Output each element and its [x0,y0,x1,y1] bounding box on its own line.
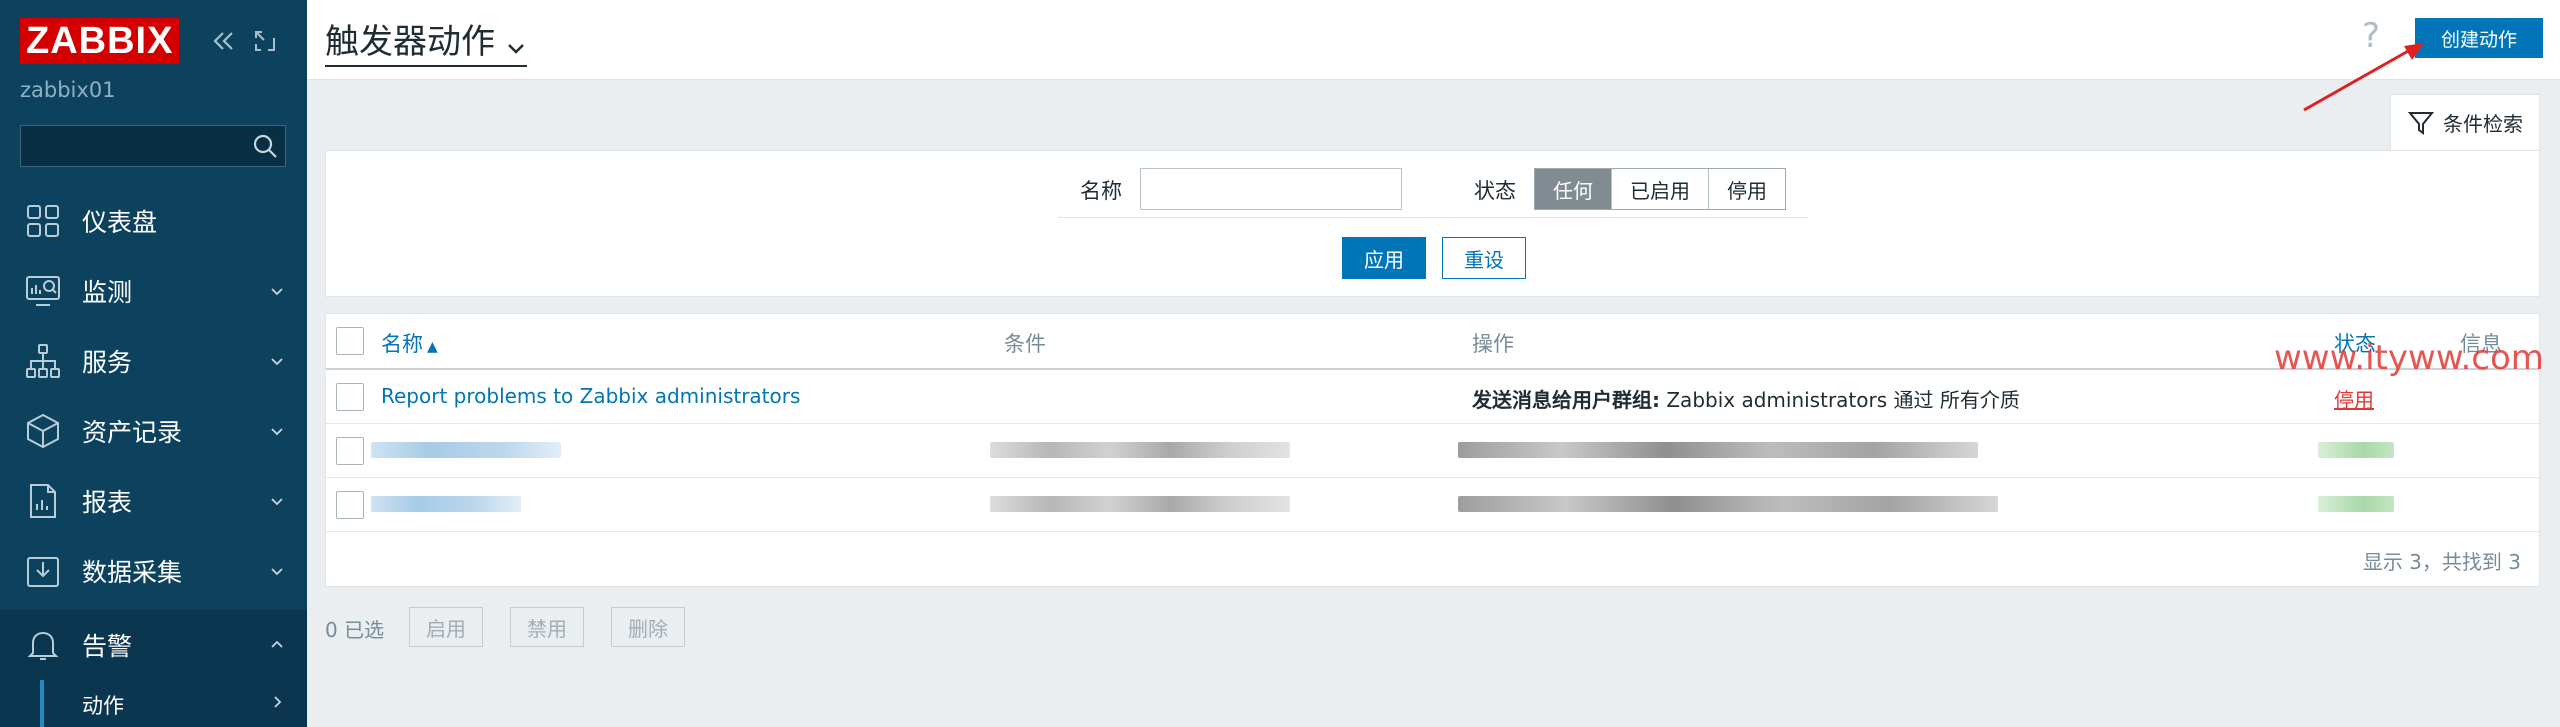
page-title: 触发器动作 [325,22,495,62]
dashboard-icon [24,202,62,240]
chevron-down-icon [269,563,285,579]
sidebar-item-label: 数据采集 [82,558,183,587]
status-toggle-link[interactable]: 停用 [2334,384,2374,413]
row-checkbox[interactable] [336,491,364,519]
table-row: Report problems to Zabbix administrators… [326,370,2539,424]
row-checkbox[interactable] [336,383,364,411]
redacted-operations [1458,496,1998,512]
redacted-conditions [990,442,1290,458]
sort-ascending-icon: ▲ [427,339,438,355]
column-conditions-header: 条件 [1004,332,1046,356]
collapse-sidebar-icon[interactable] [208,26,238,56]
sidebar: ZABBIX zabbix01 仪表盘 监测 服务 资产记录 报表 数据采集 告… [0,0,307,727]
watermark: www.ityww.com [2274,338,2544,378]
sidebar-subitem-actions[interactable]: 动作 [0,680,307,727]
filter-status-label: 状态 [1474,179,1516,203]
action-name-link[interactable]: Report problems to Zabbix administrators [381,384,800,408]
delete-button[interactable]: 删除 [611,607,685,647]
reset-button[interactable]: 重设 [1442,237,1526,279]
sidebar-item-dashboards[interactable]: 仪表盘 [0,186,307,256]
chevron-down-icon [269,423,285,439]
sidebar-item-alerts[interactable]: 告警 [0,610,307,680]
apply-button[interactable]: 应用 [1342,237,1426,279]
sidebar-search-input[interactable] [21,126,241,166]
enable-button[interactable]: 启用 [409,607,483,647]
chevron-down-icon [269,353,285,369]
sidebar-item-label: 仪表盘 [82,208,158,237]
column-name-header[interactable]: 名称 ▲ [381,328,438,358]
sidebar-item-monitoring[interactable]: 监测 [0,256,307,326]
disable-button[interactable]: 禁用 [510,607,584,647]
active-indicator [40,680,44,727]
redacted-operations [1458,442,1978,458]
table-header: 名称 ▲ 条件 操作 状态 信息 [326,314,2539,370]
status-option-disabled[interactable]: 停用 [1709,169,1785,209]
redacted-name[interactable] [371,442,561,458]
search-icon[interactable] [251,132,279,160]
sidebar-item-label: 报表 [82,488,133,517]
sidebar-item-services[interactable]: 服务 [0,326,307,396]
actions-table: 名称 ▲ 条件 操作 状态 信息 Report problems to Zabbi… [325,313,2540,587]
status-segmented-control: 任何 已启用 停用 [1534,168,1786,210]
redacted-status[interactable] [2318,442,2394,458]
zabbix-logo[interactable]: ZABBIX [20,18,180,64]
select-all-checkbox[interactable] [336,327,364,355]
table-row [326,478,2539,532]
redacted-name[interactable] [371,496,521,512]
chevron-right-icon [269,694,285,710]
filter-name-input[interactable] [1140,168,1402,210]
filter-tab-label: 条件检索 [2443,112,2523,136]
page-header: 触发器动作 ? 创建动作 [307,0,2560,80]
action-operation: 发送消息给用户群组: Zabbix administrators 通过 所有介质 [1472,388,2020,412]
sidebar-item-label: 服务 [82,348,133,377]
monitoring-icon [24,272,62,310]
alerts-icon [24,626,62,664]
filter-name-label: 名称 [1080,179,1122,203]
services-icon [24,342,62,380]
sidebar-item-label: 资产记录 [82,418,183,447]
row-checkbox[interactable] [336,437,364,465]
chevron-down-icon [269,493,285,509]
filter-panel: 名称 状态 任何 已启用 停用 应用 重设 [325,150,2540,297]
divider [1058,217,1808,218]
reports-icon [24,482,62,520]
server-name: zabbix01 [20,78,116,102]
selected-count: 0 已选 [325,618,385,642]
table-row [326,424,2539,478]
redacted-conditions [990,496,1290,512]
redacted-status[interactable] [2318,496,2394,512]
kiosk-mode-icon[interactable] [250,26,280,56]
status-option-any[interactable]: 任何 [1535,169,1612,209]
sidebar-subitem-label: 动作 [82,694,124,718]
sidebar-search [20,125,286,167]
filter-icon [2407,111,2435,135]
page-title-dropdown[interactable]: 触发器动作 [325,14,527,67]
sidebar-item-data-collection[interactable]: 数据采集 [0,536,307,606]
sidebar-item-label: 告警 [82,632,133,661]
chevron-up-icon [269,637,285,653]
results-count: 显示 3，共找到 3 [2362,550,2521,574]
inventory-icon [24,412,62,450]
chevron-down-icon [269,283,285,299]
status-option-enabled[interactable]: 已启用 [1612,169,1709,209]
sidebar-item-inventory[interactable]: 资产记录 [0,396,307,466]
sidebar-item-reports[interactable]: 报表 [0,466,307,536]
create-action-button[interactable]: 创建动作 [2415,18,2543,58]
column-operations-header: 操作 [1472,332,1514,356]
data-collection-icon [24,552,62,590]
sidebar-item-label: 监测 [82,278,133,307]
filter-tab[interactable]: 条件检索 [2390,94,2540,150]
chevron-down-icon [505,28,527,54]
